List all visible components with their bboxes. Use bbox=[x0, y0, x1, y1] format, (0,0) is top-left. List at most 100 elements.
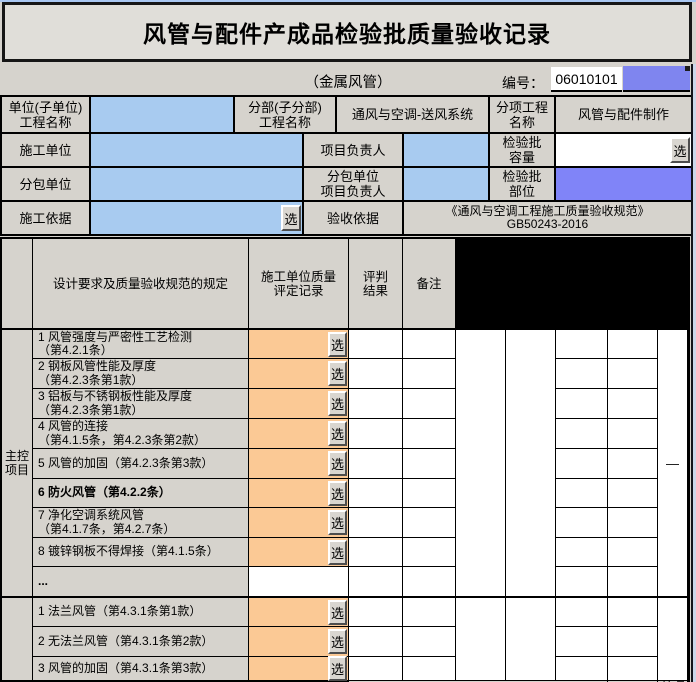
item-product-qty-cell[interactable] bbox=[349, 657, 402, 680]
item-product-qty-cell[interactable] bbox=[349, 508, 402, 537]
section-label-main-control: 主控 项目 bbox=[2, 329, 32, 596]
judgement-cell[interactable] bbox=[608, 359, 657, 388]
record-select-button[interactable]: 选 bbox=[328, 361, 347, 386]
item-product-qty-cell[interactable] bbox=[349, 329, 402, 358]
construction-basis-label: 施工依据 bbox=[2, 202, 89, 234]
judgement-cell[interactable] bbox=[608, 389, 657, 418]
item-sample-qty-cell[interactable] bbox=[403, 538, 455, 566]
unqualified-qty-cell[interactable] bbox=[556, 627, 607, 656]
serial-number-cell[interactable]: 06010101 bbox=[551, 67, 622, 92]
section2-remark-cell[interactable] bbox=[658, 597, 687, 680]
record-select-button[interactable]: 选 bbox=[328, 391, 347, 416]
record-select-button[interactable]: 选 bbox=[328, 600, 347, 625]
section1-sample-total-cell[interactable] bbox=[506, 329, 555, 596]
unqualified-qty-cell[interactable] bbox=[556, 597, 607, 626]
record-select-button[interactable]: 选 bbox=[328, 540, 347, 565]
unqualified-qty-cell[interactable] bbox=[556, 449, 607, 478]
record-select-button[interactable]: 选 bbox=[328, 656, 347, 681]
contractor-record-input[interactable]: 选 bbox=[249, 597, 348, 626]
subcontract-unit-label: 分包单位 bbox=[2, 168, 89, 200]
batch-capacity-label: 检验批 容量 bbox=[490, 134, 554, 166]
unqualified-qty-cell[interactable] bbox=[556, 508, 607, 537]
unqualified-qty-cell[interactable] bbox=[556, 479, 607, 507]
judgement-cell[interactable] bbox=[608, 329, 657, 358]
contractor-record-input[interactable]: 选 bbox=[249, 389, 348, 418]
project-leader-input[interactable] bbox=[404, 134, 488, 166]
contractor-record-input[interactable]: 选 bbox=[249, 359, 348, 388]
construction-unit-input[interactable] bbox=[91, 134, 302, 166]
subdivision-name-label: 分部(子分部) 工程名称 bbox=[235, 97, 335, 132]
selected-cell-highlight[interactable] bbox=[623, 66, 690, 92]
contractor-record-input[interactable]: 选 bbox=[249, 479, 348, 507]
item-sample-qty-cell[interactable] bbox=[403, 449, 455, 478]
record-select-button[interactable]: 选 bbox=[328, 629, 347, 654]
item-row-label: 3 铝板与不锈钢板性能及厚度 （第4.2.3条第1款） bbox=[33, 389, 248, 418]
subcontract-unit-input[interactable] bbox=[91, 168, 302, 200]
record-select-button[interactable]: 选 bbox=[328, 332, 347, 357]
item-product-qty-cell[interactable] bbox=[349, 479, 402, 507]
inspection-table: 设计要求及质量验收规范的规定 施工单位质量 评定记录 监理（建设）单位验收记录 … bbox=[0, 237, 690, 682]
item-product-qty-cell[interactable] bbox=[349, 359, 402, 388]
unqualified-qty-cell[interactable] bbox=[556, 538, 607, 566]
unqualified-qty-cell[interactable] bbox=[556, 329, 607, 358]
batch-capacity-input[interactable]: 选 bbox=[556, 134, 691, 166]
section2-sample-total-cell[interactable] bbox=[506, 597, 555, 680]
record-select-button[interactable]: 选 bbox=[328, 510, 347, 535]
batch-part-input[interactable] bbox=[556, 168, 691, 200]
contractor-record-cell[interactable] bbox=[249, 567, 348, 596]
record-select-button[interactable]: 选 bbox=[328, 481, 347, 506]
item-sample-qty-cell[interactable] bbox=[403, 657, 455, 680]
judgement-cell[interactable] bbox=[608, 657, 657, 680]
item-sample-qty-cell[interactable] bbox=[403, 329, 455, 358]
item-product-qty-cell[interactable] bbox=[349, 627, 402, 656]
construction-basis-input[interactable]: 选 bbox=[91, 202, 302, 234]
record-select-button[interactable]: 选 bbox=[328, 421, 347, 446]
record-select-button[interactable]: 选 bbox=[328, 451, 347, 476]
item-sample-qty-cell[interactable] bbox=[403, 508, 455, 537]
item-sample-qty-cell[interactable] bbox=[403, 597, 455, 626]
contractor-record-input[interactable]: 选 bbox=[249, 657, 348, 680]
subcontract-leader-input[interactable] bbox=[404, 168, 488, 200]
form-title-box: 风管与配件产成品检验批质量验收记录 bbox=[2, 2, 692, 62]
judgement-cell[interactable] bbox=[608, 597, 657, 626]
unqualified-qty-cell[interactable] bbox=[556, 419, 607, 448]
unit-name-input[interactable] bbox=[91, 97, 233, 132]
judgement-cell[interactable] bbox=[608, 627, 657, 656]
judgement-cell[interactable] bbox=[608, 479, 657, 507]
section1-remark-cell[interactable]: — bbox=[658, 329, 687, 596]
item-sample-qty-cell[interactable] bbox=[403, 567, 455, 596]
judgement-cell[interactable] bbox=[608, 538, 657, 566]
form-window: 风管与配件产成品检验批质量验收记录 （金属风管） 编号： 06010101 单位… bbox=[0, 0, 696, 682]
item-sample-qty-cell[interactable] bbox=[403, 359, 455, 388]
item-product-qty-cell[interactable] bbox=[349, 389, 402, 418]
item-sample-qty-cell[interactable] bbox=[403, 389, 455, 418]
section2-batch-total-cell[interactable] bbox=[456, 597, 505, 680]
item-product-qty-cell[interactable] bbox=[349, 567, 402, 596]
section1-batch-total-cell[interactable] bbox=[456, 329, 505, 596]
item-row-label-ellipsis: ... bbox=[33, 567, 248, 596]
unqualified-qty-cell[interactable] bbox=[556, 389, 607, 418]
judgement-cell[interactable] bbox=[608, 449, 657, 478]
selection-handle[interactable] bbox=[685, 66, 690, 71]
contractor-record-input[interactable]: 选 bbox=[249, 538, 348, 566]
contractor-record-input[interactable]: 选 bbox=[249, 627, 348, 656]
item-product-qty-cell[interactable] bbox=[349, 449, 402, 478]
item-product-qty-cell[interactable] bbox=[349, 419, 402, 448]
unqualified-qty-cell[interactable] bbox=[556, 657, 607, 680]
unqualified-qty-cell[interactable] bbox=[556, 359, 607, 388]
contractor-record-input[interactable]: 选 bbox=[249, 329, 348, 358]
item-product-qty-cell[interactable] bbox=[349, 597, 402, 626]
batch-capacity-select-button[interactable]: 选 bbox=[670, 137, 690, 163]
unqualified-qty-cell[interactable] bbox=[556, 567, 607, 596]
contractor-record-input[interactable]: 选 bbox=[249, 449, 348, 478]
contractor-record-input[interactable]: 选 bbox=[249, 508, 348, 537]
contractor-record-input[interactable]: 选 bbox=[249, 419, 348, 448]
item-sample-qty-cell[interactable] bbox=[403, 479, 455, 507]
item-sample-qty-cell[interactable] bbox=[403, 419, 455, 448]
item-product-qty-cell[interactable] bbox=[349, 538, 402, 566]
judgement-cell[interactable] bbox=[608, 567, 657, 596]
construction-basis-select-button[interactable]: 选 bbox=[281, 205, 301, 231]
judgement-cell[interactable] bbox=[608, 419, 657, 448]
judgement-cell[interactable] bbox=[608, 508, 657, 537]
item-sample-qty-cell[interactable] bbox=[403, 627, 455, 656]
